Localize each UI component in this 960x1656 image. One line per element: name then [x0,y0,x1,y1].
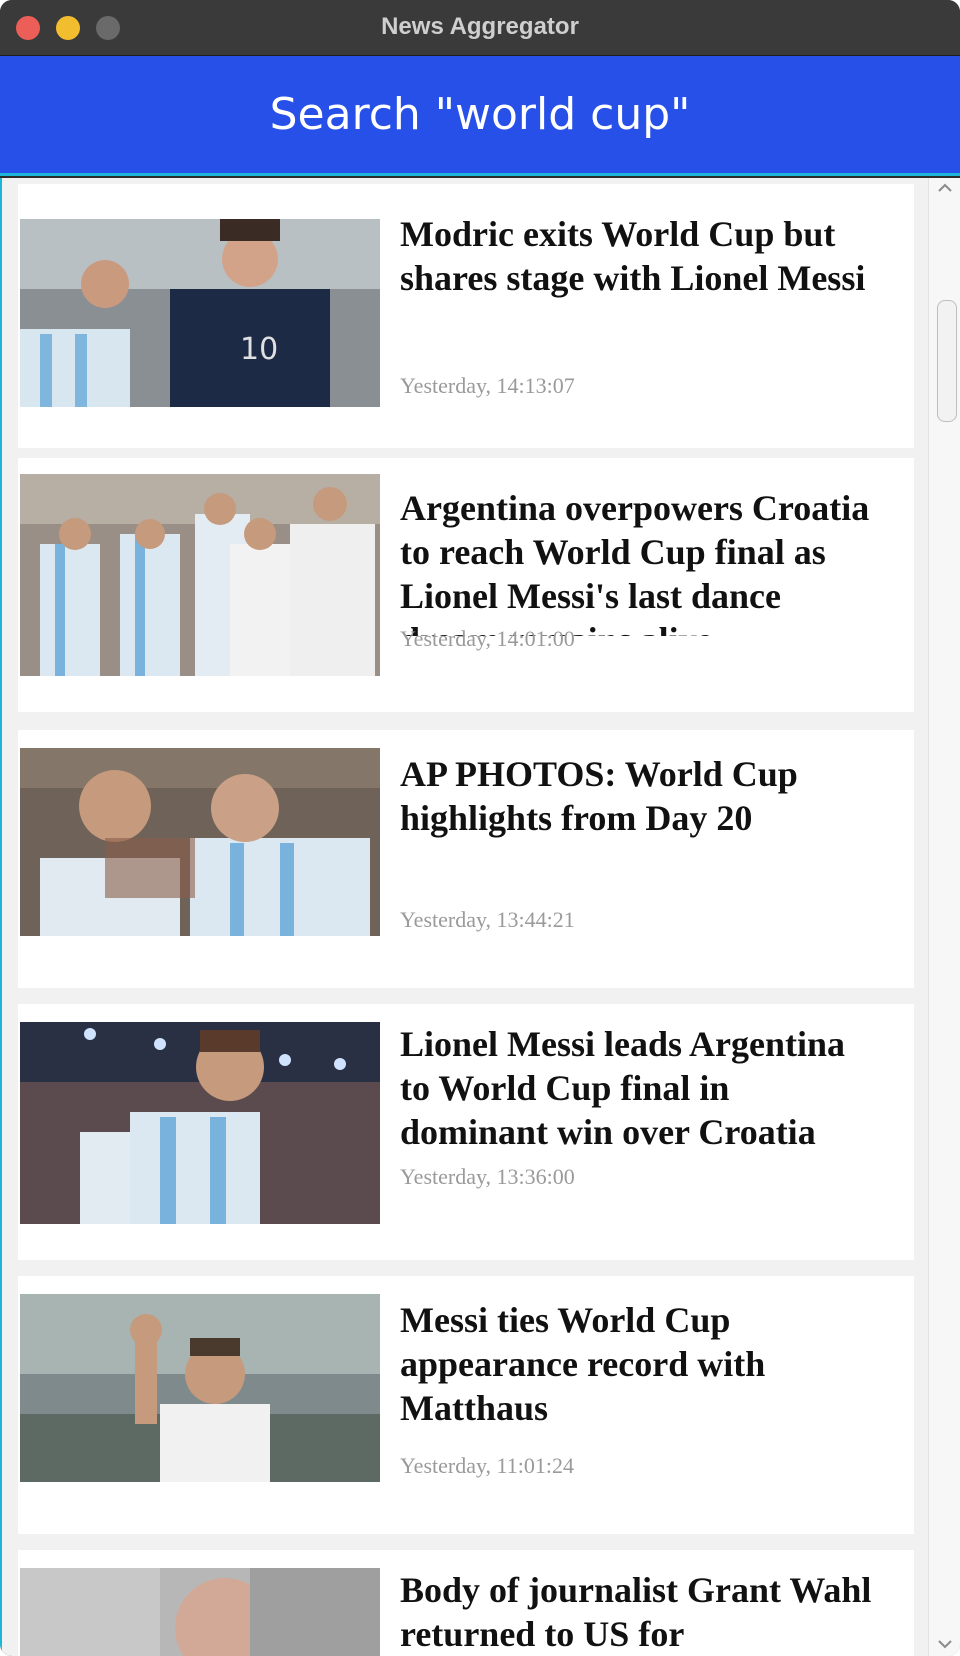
search-header: Search "world cup" [0,56,960,176]
article-thumbnail [20,1568,380,1656]
scrollbar-thumb[interactable] [937,300,957,422]
title-bar: News Aggregator [0,0,960,56]
article-headline: Body of journalist Grant Wahl returned t… [400,1570,872,1654]
article-thumbnail [20,748,380,936]
chevron-down-icon[interactable] [935,1634,955,1654]
article-headline: Modric exits World Cup but shares stage … [400,214,866,298]
article-timestamp: Yesterday, 11:01:24 [400,1453,574,1478]
svg-text:10: 10 [240,332,278,367]
article-card[interactable]: Messi ties World Cup appearance record w… [18,1276,914,1534]
article-timestamp: Yesterday, 14:13:07 [400,373,575,398]
article-timestamp: Yesterday, 13:44:21 [400,907,575,932]
article-card[interactable]: Argentina overpowers Croatia to reach Wo… [18,458,914,712]
search-title: Search "world cup" [269,89,691,140]
article-headline: Lionel Messi leads Argentina to World Cu… [400,1024,846,1152]
article-thumbnail [20,1022,380,1224]
article-card[interactable]: Lionel Messi leads Argentina to World Cu… [18,1004,914,1260]
window-title: News Aggregator [381,13,579,40]
article-headline: Argentina overpowers Croatia to reach Wo… [400,488,870,636]
article-list: 10 Modric exits World Cup but shares sta… [0,178,960,1656]
article-card[interactable]: 10 Modric exits World Cup but shares sta… [18,184,914,448]
article-thumbnail: 10 [20,219,380,407]
article-headline: AP PHOTOS: World Cup highlights from Day… [400,754,798,838]
scrollbar[interactable] [928,178,960,1656]
chevron-up-icon[interactable] [935,178,955,198]
article-timestamp: Yesterday, 13:36:00 [400,1164,575,1189]
article-card[interactable]: AP PHOTOS: World Cup highlights from Day… [18,730,914,988]
article-thumbnail [20,474,380,676]
app-window: News Aggregator Search "world cup" 10 Mo… [0,0,960,1656]
article-timestamp: Yesterday, 14:01:00 [400,626,575,651]
article-card[interactable]: Body of journalist Grant Wahl returned t… [18,1550,914,1656]
article-thumbnail [20,1294,380,1482]
article-headline: Messi ties World Cup appearance record w… [400,1300,766,1428]
